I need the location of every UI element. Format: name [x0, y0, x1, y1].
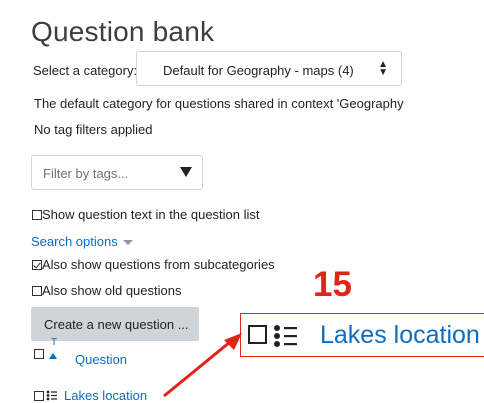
zoom-checkbox-icon [248, 325, 267, 344]
caret-down-icon [122, 240, 133, 246]
search-options-label: Search options [31, 234, 118, 249]
zoom-list-icon [274, 325, 297, 347]
old-questions-option[interactable]: Also show old questions [32, 282, 181, 298]
category-selected-value: Default for Geography - maps (4) [163, 63, 354, 78]
sort-indicator[interactable]: T [45, 337, 61, 361]
tag-filter-placeholder: Filter by tags... [43, 166, 129, 181]
row-checkbox[interactable] [34, 390, 44, 401]
zoom-callout: Lakes location [240, 313, 484, 357]
search-options-toggle[interactable]: Search options [31, 234, 133, 249]
select-arrows-icon: ▲ ▼ [378, 59, 388, 78]
subcategories-label: Also show questions from subcategories [42, 257, 275, 273]
sort-type-label: T [51, 337, 58, 348]
tag-filter-status: No tag filters applied [34, 122, 153, 137]
category-label: Select a category: [33, 63, 138, 78]
show-question-text-option[interactable]: Show question text in the question list [32, 206, 260, 222]
question-column-sort-link[interactable]: Question [75, 352, 127, 367]
dropdown-arrow-icon [180, 167, 192, 177]
page-title: Question bank [31, 16, 215, 47]
step-number-annotation: 15 [313, 265, 352, 304]
annotation-arrow [163, 333, 242, 398]
question-table-header: T [34, 337, 57, 363]
zoom-question-name: Lakes location [320, 321, 480, 349]
sort-ascending-icon [49, 353, 57, 359]
subcategories-checkbox[interactable] [32, 259, 42, 270]
multichoice-list-icon [46, 390, 57, 401]
category-select[interactable]: Default for Geography - maps (4) ▲ ▼ [136, 51, 402, 86]
show-question-text-checkbox[interactable] [32, 209, 42, 220]
context-info-text: The default category for questions share… [34, 96, 404, 111]
subcategories-option[interactable]: Also show questions from subcategories [32, 256, 275, 272]
old-questions-checkbox[interactable] [32, 285, 42, 296]
old-questions-label: Also show old questions [42, 283, 182, 299]
select-all-checkbox[interactable] [34, 348, 44, 359]
tag-filter-select[interactable]: Filter by tags... [31, 155, 203, 190]
show-question-text-label: Show question text in the question list [42, 207, 260, 223]
